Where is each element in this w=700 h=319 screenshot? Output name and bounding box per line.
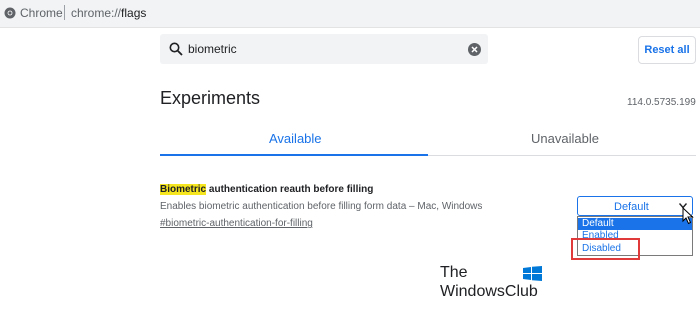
address-url[interactable]: chrome://flags: [71, 6, 146, 20]
search-box[interactable]: [160, 34, 488, 64]
experiment-title: Biometric authentication reauth before f…: [160, 184, 373, 195]
select-dropdown: Default Enabled Disabled: [577, 216, 693, 256]
chrome-icon: [4, 7, 16, 19]
experiment-select[interactable]: Default: [577, 196, 693, 216]
address-separator: [64, 5, 65, 20]
tab-available[interactable]: Available: [269, 131, 322, 146]
page-title: Experiments: [160, 88, 261, 108]
option-disabled[interactable]: Disabled: [578, 243, 692, 255]
clear-icon[interactable]: [468, 43, 481, 56]
watermark-line1: The: [440, 264, 468, 281]
experiment-title-text: authentication reauth before filling: [206, 184, 374, 195]
experiment-description: Enables biometric authentication before …: [160, 201, 483, 212]
version-label: 114.0.5735.199: [627, 97, 696, 108]
search-match-highlight: Biometric: [160, 184, 207, 195]
windows-logo-icon: [523, 266, 542, 281]
url-scheme: chrome://: [71, 6, 122, 20]
address-site-label: Chrome: [20, 6, 63, 20]
tab-active-indicator: [160, 154, 428, 156]
url-path: flags: [121, 6, 147, 20]
tab-unavailable[interactable]: Unavailable: [531, 131, 599, 146]
watermark-line2: WindowsClub: [440, 283, 538, 300]
experiment-link[interactable]: #biometric-authentication-for-filling: [160, 218, 313, 229]
select-value: Default: [614, 201, 649, 213]
watermark: The WindowsClub: [440, 264, 550, 304]
search-icon: [169, 42, 183, 56]
address-bar[interactable]: Chrome chrome://flags: [0, 0, 700, 28]
cursor-icon: [682, 207, 694, 225]
search-input[interactable]: [188, 40, 448, 58]
reset-all-button[interactable]: Reset all: [638, 36, 696, 64]
option-enabled[interactable]: Enabled: [578, 230, 692, 242]
option-default[interactable]: Default: [578, 218, 692, 230]
